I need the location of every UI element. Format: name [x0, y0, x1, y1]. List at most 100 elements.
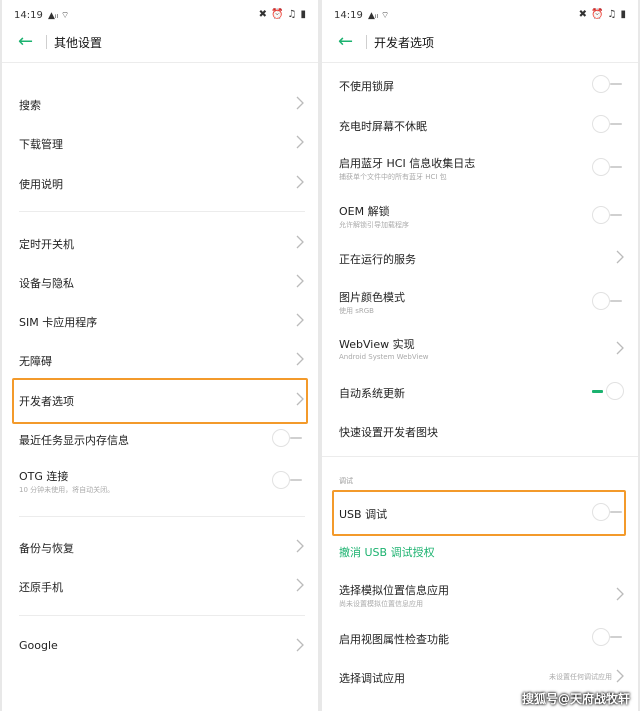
menu-item-sim-apps[interactable]: SIM 卡应用程序: [2, 301, 318, 341]
menu-item-label: 最近任务显示内存信息: [19, 434, 129, 447]
chevron-right-icon: [616, 587, 624, 601]
chevron-right-icon: [296, 235, 304, 249]
mute-icon: ✖: [578, 9, 588, 20]
setting-label: OEM 解锁: [339, 205, 390, 218]
setting-mock-location[interactable]: 选择模拟位置信息应用 尚未设置模拟位置信息应用: [322, 575, 638, 615]
battery-icon: ▮: [620, 9, 626, 20]
setting-label: 选择模拟位置信息应用: [339, 584, 449, 597]
chevron-right-icon: [296, 175, 304, 189]
menu-item-instructions[interactable]: 使用说明: [2, 163, 318, 203]
page-title: 其他设置: [54, 36, 103, 50]
setting-oem-unlock[interactable]: OEM 解锁 允许解锁引导加载程序: [322, 196, 638, 236]
menu-item-label: 备份与恢复: [19, 542, 74, 555]
back-arrow-icon[interactable]: ←: [338, 31, 360, 53]
right-screen: 14:19 ▲ᵢₗ ⌔ ✖ ⏰ ♫ ▮ ← 开发者选项 不使用锁屏 充电时屏幕不…: [322, 0, 638, 711]
setting-subtitle: 捕获单个文件中的所有蓝牙 HCI 包: [339, 173, 447, 181]
setting-label: 启用视图属性检查功能: [339, 633, 449, 646]
header: ← 开发者选项: [322, 28, 638, 60]
revoke-usb-auth-link[interactable]: 撤消 USB 调试授权: [339, 544, 435, 560]
chevron-right-icon: [296, 96, 304, 110]
setting-no-lockscreen[interactable]: 不使用锁屏: [322, 65, 638, 105]
battery-icon: ▮: [300, 9, 306, 20]
chevron-right-icon: [296, 274, 304, 288]
menu-item-otg[interactable]: OTG 连接 10 分钟未使用，将自动关闭。: [2, 461, 318, 501]
menu-item-backup-restore[interactable]: 备份与恢复: [2, 527, 318, 567]
setting-webview[interactable]: WebView 实现 Android System WebView: [322, 329, 638, 369]
header-divider: [46, 35, 47, 49]
chevron-right-icon: [296, 352, 304, 366]
menu-item-subtitle: 10 分钟未使用，将自动关闭。: [19, 486, 115, 494]
chevron-right-icon: [296, 578, 304, 592]
page-title: 开发者选项: [374, 36, 435, 50]
chevron-right-icon: [616, 341, 624, 355]
toggle-switch[interactable]: [590, 292, 624, 310]
menu-item-label: 下载管理: [19, 138, 63, 151]
menu-item-scheduled-power[interactable]: 定时开关机: [2, 223, 318, 263]
setting-subtitle: 使用 sRGB: [339, 307, 374, 315]
status-bar: 14:19 ▲ᵢₗ ⌔ ✖ ⏰ ♫ ▮: [322, 0, 638, 28]
section-label-debug: 调试: [339, 477, 353, 485]
status-time: 14:19: [14, 10, 43, 21]
setting-picture-color-mode[interactable]: 图片颜色模式 使用 sRGB: [322, 282, 638, 322]
toggle-switch[interactable]: [270, 471, 304, 489]
menu-item-label: Google: [19, 639, 58, 652]
menu-item-recent-memory[interactable]: 最近任务显示内存信息: [2, 419, 318, 459]
setting-bt-hci-log[interactable]: 启用蓝牙 HCI 信息收集日志 捕获单个文件中的所有蓝牙 HCI 包: [322, 148, 638, 188]
chevron-right-icon: [296, 539, 304, 553]
chevron-right-icon: [296, 313, 304, 327]
setting-label: 图片颜色模式: [339, 291, 405, 304]
toggle-switch[interactable]: [590, 158, 624, 176]
mute-icon: ✖: [258, 9, 268, 20]
setting-auto-system-update[interactable]: 自动系统更新: [322, 372, 638, 412]
alarm-icon: ⏰: [271, 9, 284, 20]
signal-icon: ▲ᵢₗ ⌔: [48, 11, 70, 21]
chevron-right-icon: [296, 135, 304, 149]
menu-item-download[interactable]: 下载管理: [2, 123, 318, 163]
signal-icon: ▲ᵢₗ ⌔: [368, 11, 390, 21]
headphone-icon: ♫: [287, 9, 297, 20]
status-bar: 14:19 ▲ᵢₗ ⌔ ✖ ⏰ ♫ ▮: [2, 0, 318, 28]
menu-item-label: 搜索: [19, 99, 41, 112]
highlight-box: [12, 378, 308, 424]
chevron-right-icon: [296, 638, 304, 652]
menu-item-device-privacy[interactable]: 设备与隐私: [2, 262, 318, 302]
setting-label: 自动系统更新: [339, 387, 405, 400]
setting-subtitle: 允许解锁引导加载程序: [339, 221, 409, 229]
headphone-icon: ♫: [607, 9, 617, 20]
menu-item-accessibility[interactable]: 无障碍: [2, 340, 318, 380]
menu-item-google[interactable]: Google: [2, 626, 318, 666]
menu-item-label: OTG 连接: [19, 470, 69, 483]
header-divider: [366, 35, 367, 49]
setting-subtitle: 尚未设置模拟位置信息应用: [339, 600, 423, 608]
menu-item-label: 设备与隐私: [19, 277, 74, 290]
toggle-switch[interactable]: [590, 75, 624, 93]
menu-item-label: 使用说明: [19, 178, 63, 191]
setting-label: 充电时屏幕不休眠: [339, 120, 427, 133]
toggle-switch[interactable]: [590, 206, 624, 224]
setting-label: WebView 实现: [339, 338, 415, 351]
toggle-switch[interactable]: [590, 628, 624, 646]
setting-subtitle: Android System WebView: [339, 353, 429, 361]
status-time: 14:19: [334, 10, 363, 21]
toggle-switch-on[interactable]: [590, 382, 624, 400]
setting-label: 正在运行的服务: [339, 253, 416, 266]
setting-label: 不使用锁屏: [339, 80, 394, 93]
menu-item-label: SIM 卡应用程序: [19, 316, 98, 329]
header: ← 其他设置: [2, 28, 318, 60]
status-icons: ✖ ⏰ ♫ ▮: [259, 9, 306, 20]
setting-quick-tiles[interactable]: 快速设置开发者图块: [322, 411, 638, 451]
status-icons: ✖ ⏰ ♫ ▮: [579, 9, 626, 20]
menu-item-label: 定时开关机: [19, 238, 74, 251]
menu-item-reset-phone[interactable]: 还原手机: [2, 566, 318, 606]
setting-stay-awake[interactable]: 充电时屏幕不休眠: [322, 105, 638, 145]
menu-item-label: 无障碍: [19, 355, 52, 368]
alarm-icon: ⏰: [591, 9, 604, 20]
setting-view-attribute-inspection[interactable]: 启用视图属性检查功能: [322, 618, 638, 658]
setting-running-services[interactable]: 正在运行的服务: [322, 238, 638, 278]
toggle-switch[interactable]: [270, 429, 304, 447]
toggle-switch[interactable]: [590, 115, 624, 133]
menu-item-search[interactable]: 搜索: [2, 84, 318, 124]
setting-label: 选择调试应用: [339, 672, 405, 685]
back-arrow-icon[interactable]: ←: [18, 31, 40, 53]
left-screen: 14:19 ▲ᵢₗ ⌔ ✖ ⏰ ♫ ▮ ← 其他设置 搜索 下载管理 使用说明 …: [2, 0, 318, 711]
